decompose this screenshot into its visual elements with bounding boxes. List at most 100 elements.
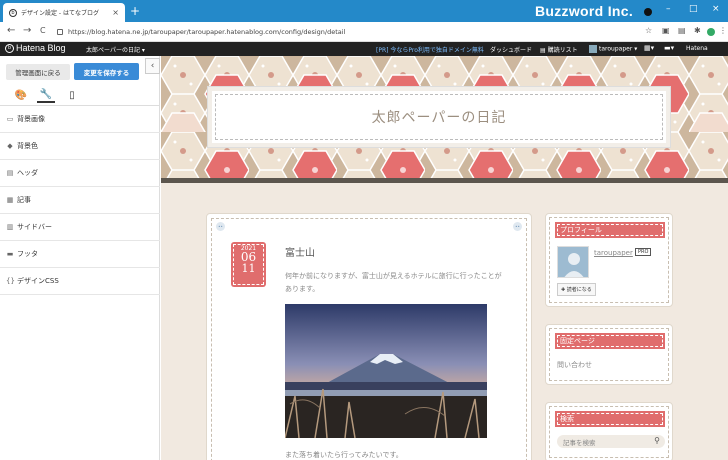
user-menu[interactable]: taroupaper ▾ bbox=[589, 45, 637, 53]
search-widget: 検索 記事を検索 ⚲ bbox=[545, 402, 673, 460]
apps-grid-icon[interactable]: ▦▾ bbox=[644, 44, 654, 52]
search-heading: 検索 bbox=[555, 411, 665, 427]
notification-icon[interactable]: ▬▾ bbox=[664, 44, 674, 52]
menu-item-article[interactable]: ▦ 記事 bbox=[0, 187, 160, 214]
customize-menu: ▭ 背景画像 ◆ 背景色 ▤ ヘッダ ▦ 記事 ▥ サイドバー ▬ フッタ {} デザインCS… bbox=[0, 106, 160, 295]
browser-titlebar: b デザイン設定 - はてなブログ × + Buzzword Inc. – □ … bbox=[0, 0, 728, 22]
hatena-logo-icon: b bbox=[5, 43, 14, 53]
profile-heading: プロフィール bbox=[555, 222, 665, 238]
pro-badge: PRO bbox=[635, 248, 652, 256]
post-body-text: 何年か前になりますが、富士山が見えるホテルに旅行に行ったことがあります。 bbox=[285, 272, 502, 293]
save-changes-button[interactable]: 変更を保存する bbox=[74, 63, 139, 80]
reload-icon[interactable]: C bbox=[40, 26, 46, 35]
profile-avatar-icon[interactable] bbox=[707, 28, 715, 36]
fixed-page-widget: 固定ページ 問い合わせ bbox=[545, 324, 673, 385]
menu-item-background-color[interactable]: ◆ 背景色 bbox=[0, 133, 160, 160]
paint-bucket-icon: ◆ bbox=[7, 142, 13, 150]
hatena-favicon-icon: b bbox=[9, 8, 17, 17]
search-input[interactable]: 記事を検索 ⚲ bbox=[557, 435, 665, 448]
menu-item-label: 背景画像 bbox=[17, 115, 45, 123]
url-text: https://blog.hatena.ne.jp/taroupaper/tar… bbox=[68, 28, 346, 36]
heading-dashed-border bbox=[557, 224, 663, 236]
corner-ornament-icon: •• bbox=[513, 222, 522, 231]
blog-title-box: 太郎ペーパーの日記 bbox=[208, 87, 670, 147]
date-badge-border bbox=[233, 244, 264, 285]
menu-item-background-image[interactable]: ▭ 背景画像 bbox=[0, 106, 160, 133]
customize-tab-wrench-icon[interactable]: 🔧 bbox=[37, 87, 55, 103]
window-close-button[interactable]: × bbox=[712, 4, 720, 14]
tab-close-icon[interactable]: × bbox=[112, 8, 119, 17]
browser-tab[interactable]: b デザイン設定 - はてなブログ × bbox=[3, 3, 125, 22]
reading-list-icon: ▤ bbox=[540, 47, 548, 54]
menu-item-footer[interactable]: ▬ フッタ bbox=[0, 241, 160, 268]
address-bar-row: ← → C https://blog.hatena.ne.jp/taroupap… bbox=[0, 22, 728, 42]
default-user-icon bbox=[558, 247, 588, 277]
menu-item-label: フッタ bbox=[17, 250, 38, 258]
lock-icon bbox=[57, 29, 63, 35]
menu-item-label: サイドバー bbox=[17, 223, 52, 231]
hatena-logo-text: Hatena Blog bbox=[16, 43, 66, 53]
mount-fuji-photo bbox=[285, 304, 487, 438]
dashboard-link[interactable]: ダッシュボード bbox=[490, 45, 532, 54]
menu-item-label: ヘッダ bbox=[17, 169, 38, 177]
new-tab-button[interactable]: + bbox=[130, 4, 140, 18]
hatena-right-logo[interactable]: Hatena bbox=[686, 45, 708, 52]
reading-list-label: 購読リスト bbox=[547, 47, 578, 54]
sidebar-layout-icon: ▥ bbox=[6, 223, 14, 231]
header-bottom-border bbox=[161, 178, 728, 183]
become-reader-button[interactable]: ✚ 読者になる bbox=[557, 283, 596, 296]
header-layout-icon: ▤ bbox=[6, 169, 14, 177]
tab-title: デザイン設定 - はてなブログ bbox=[21, 10, 99, 17]
menu-item-label: 背景色 bbox=[17, 142, 38, 150]
extension-2-icon[interactable]: ▤ bbox=[678, 26, 686, 35]
url-field[interactable]: https://blog.hatena.ne.jp/taroupaper/tar… bbox=[57, 25, 637, 39]
css-braces-icon: {} bbox=[6, 277, 15, 285]
back-to-admin-button[interactable]: 管理画面に戻る bbox=[6, 64, 70, 80]
corner-ornament-icon: •• bbox=[216, 222, 225, 231]
smartphone-tab-icon[interactable]: ▯ bbox=[63, 87, 81, 103]
article-card: •• •• 2021 06 11 富士山 何年か前になりますが、富士山が見えるホ… bbox=[206, 213, 532, 460]
user-avatar bbox=[589, 45, 597, 53]
reading-list-link[interactable]: ▤ 購読リスト bbox=[540, 45, 578, 54]
menu-item-header[interactable]: ▤ ヘッダ bbox=[0, 160, 160, 187]
theme-tab-palette-icon[interactable]: 🎨 bbox=[12, 87, 30, 103]
design-settings-sidebar: 管理画面に戻る 変更を保存する ‹ 🎨 🔧 ▯ ▭ 背景画像 ◆ 背景色 ▤ ヘッダ … bbox=[0, 56, 160, 460]
bookmark-star-icon[interactable]: ☆ bbox=[645, 26, 652, 35]
image-icon: ▭ bbox=[6, 115, 14, 123]
extension-icon[interactable]: ▣ bbox=[662, 26, 670, 35]
search-placeholder: 記事を検索 bbox=[563, 438, 596, 447]
heading-dashed-border bbox=[557, 413, 663, 425]
profile-widget: プロフィール taroupaper PRO ✚ 読者になる bbox=[545, 213, 673, 307]
brand-overlay: Buzzword Inc. bbox=[535, 3, 634, 19]
blog-preview: 太郎ペーパーの日記 •• •• 2021 06 11 富士山 何年か前になります… bbox=[161, 56, 728, 460]
blog-title[interactable]: 太郎ペーパーの日記 bbox=[215, 94, 663, 140]
blog-select-dropdown[interactable]: 太郎ペーパーの日記 ▾ bbox=[86, 45, 145, 54]
profile-username-link[interactable]: taroupaper bbox=[594, 249, 633, 257]
promo-link[interactable]: [PR] 今ならPro利用で独自ドメイン無料 bbox=[376, 45, 484, 54]
fixed-page-heading: 固定ページ bbox=[555, 333, 665, 349]
puzzle-icon[interactable]: ✱ bbox=[694, 26, 701, 35]
settings-tabs: 🎨 🔧 ▯ bbox=[0, 84, 160, 106]
back-arrow-icon[interactable]: ← bbox=[7, 25, 15, 36]
profile-avatar[interactable] bbox=[557, 246, 589, 278]
forward-arrow-icon[interactable]: → bbox=[23, 25, 31, 36]
minimize-button[interactable]: – bbox=[666, 4, 671, 14]
hatena-blog-logo[interactable]: b Hatena Blog bbox=[5, 43, 66, 53]
menu-item-label: 記事 bbox=[17, 196, 31, 204]
collapse-sidebar-button[interactable]: ‹ bbox=[145, 58, 160, 74]
menu-kebab-icon[interactable]: ⋮ bbox=[719, 26, 727, 35]
search-icon[interactable]: ⚲ bbox=[654, 436, 660, 445]
menu-item-design-css[interactable]: {} デザインCSS bbox=[0, 268, 160, 295]
heading-dashed-border bbox=[557, 335, 663, 347]
post-photo-mount-fuji[interactable] bbox=[285, 304, 487, 438]
brand-dot-icon bbox=[644, 8, 652, 16]
menu-item-label: デザインCSS bbox=[17, 277, 59, 285]
article-layout-icon: ▦ bbox=[6, 196, 14, 204]
maximize-button[interactable]: □ bbox=[689, 4, 698, 14]
post-title[interactable]: 富士山 bbox=[285, 244, 315, 259]
post-body-text-2: また落ち着いたら行ってみたいです。 bbox=[285, 451, 403, 459]
menu-item-sidebar[interactable]: ▥ サイドバー bbox=[0, 214, 160, 241]
footer-layout-icon: ▬ bbox=[6, 250, 14, 258]
user-name: taroupaper ▾ bbox=[599, 45, 638, 53]
contact-page-link[interactable]: 問い合わせ bbox=[557, 360, 592, 370]
